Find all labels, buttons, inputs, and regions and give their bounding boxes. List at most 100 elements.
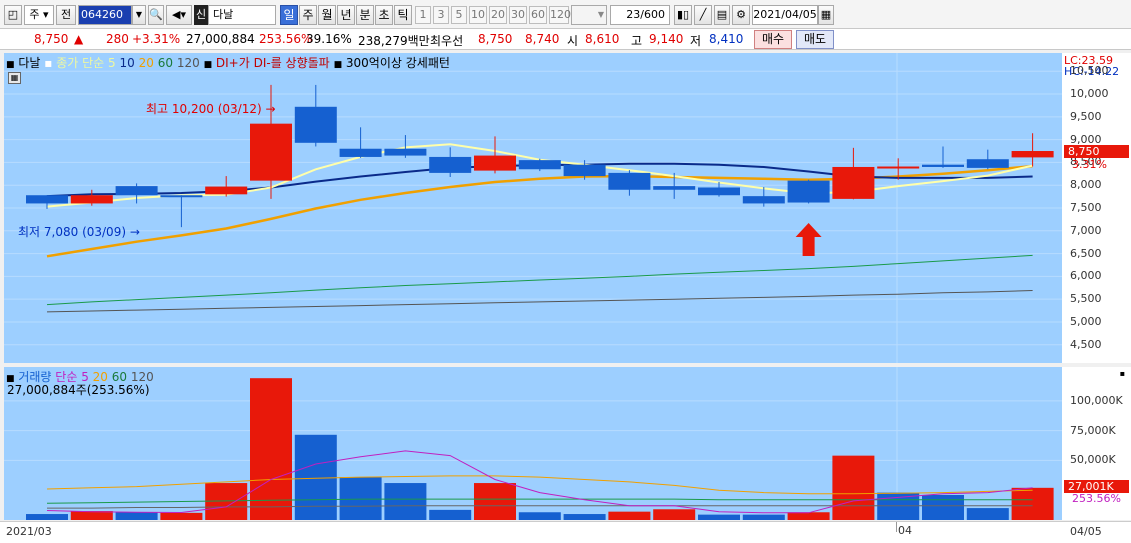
legend-marker-icon: ■ (6, 60, 15, 70)
price-tick-label: 7,000 (1070, 223, 1102, 237)
legend-marker-icon: ■ (333, 60, 343, 70)
bid-price: 8,740 (525, 32, 560, 46)
volume-bar (429, 509, 472, 520)
candle-body (250, 123, 292, 181)
period-week-tab[interactable]: 주 (299, 5, 317, 25)
price-chart[interactable]: ■ 다날 ▪ 종가 단순 5 10 20 60 120 ■ DI+가 DI-를 … (4, 53, 1131, 363)
volume-bar (563, 514, 606, 520)
candle-body (922, 164, 964, 167)
legend-ma60: 60 (157, 56, 173, 70)
candle-body (115, 186, 158, 196)
maximize-icon[interactable]: ▪ (1118, 369, 1127, 378)
candle-body (698, 187, 740, 196)
candle-body (608, 172, 651, 190)
price-tick-label: 10,000 (1070, 87, 1109, 101)
volume-value: 27,000,884 (186, 32, 255, 46)
volume-ratio: 253.56% (259, 32, 313, 46)
volume-bar (294, 434, 337, 520)
price-tick-label: 10,500 (1070, 64, 1109, 78)
current-price: 8,750 (34, 32, 69, 46)
candle-body (205, 186, 248, 195)
volume-bar (26, 514, 68, 520)
interval-60[interactable]: 60 (529, 6, 547, 24)
interval-20[interactable]: 20 (489, 6, 507, 24)
sell-button[interactable]: 매도 (796, 30, 834, 49)
settings-gear-icon[interactable]: ⚙ (732, 5, 750, 25)
period-tick-tab[interactable]: 틱 (394, 5, 412, 25)
volume-bar (518, 512, 561, 520)
volume-summary: 27,000,884주(253.56%) (7, 383, 150, 397)
period-minute-tab[interactable]: 분 (356, 5, 374, 25)
legend-ma10: 10 (119, 56, 135, 70)
price-tick-label: 5,500 (1070, 292, 1102, 306)
volume-bar (698, 514, 740, 520)
open-price: 8,610 (585, 32, 620, 46)
legend-pattern: 300억이상 강세패턴 (345, 56, 450, 70)
period-year-tab[interactable]: 년 (337, 5, 355, 25)
x-tick (896, 522, 897, 532)
volume-chart[interactable]: ■ 거래량 단순 5 20 60 120 27,000,884주(253.56%… (4, 367, 1131, 520)
search-icon[interactable]: 🔍 (148, 5, 164, 25)
candle-body (474, 155, 516, 171)
legend-stock-name: 다날 (18, 56, 41, 70)
interval-30[interactable]: 30 (509, 6, 527, 24)
calendar-icon[interactable]: ▦ (818, 5, 834, 25)
low-label: 저 (690, 34, 702, 48)
max-price-text: 최고 10,200 (03/12) (146, 102, 262, 116)
price-legend: ■ 다날 ▪ 종가 단순 5 10 20 60 120 ■ DI+가 DI-를 … (6, 54, 450, 71)
interval-3[interactable]: 3 (433, 6, 449, 24)
prev-button[interactable]: 전 (56, 5, 76, 25)
ma60-line (46, 254, 1033, 306)
interval-1[interactable]: 1 (415, 6, 431, 24)
toolbar: ◰ 주 ▾ 전 064260 ▼ 🔍 ◀▾ 신 다날 일 주 월 년 분 초 틱… (0, 0, 1131, 29)
price-tick-label: 6,500 (1070, 246, 1102, 260)
period-month-tab[interactable]: 월 (318, 5, 336, 25)
current-price-tag: 8,750 (1064, 145, 1129, 158)
interval-120[interactable]: 120 (549, 6, 571, 24)
volume-bar (966, 508, 1009, 520)
grid-toggle-icon[interactable]: ▦ (8, 72, 21, 84)
right-arrow-icon: → (265, 102, 276, 116)
price-tick-label: 4,500 (1070, 337, 1102, 351)
line-tool-icon[interactable]: ╱ (694, 5, 712, 25)
volume-bar (1011, 487, 1054, 520)
market-type-select[interactable]: 주 ▾ (24, 5, 54, 25)
stock-code-input[interactable]: 064260 (78, 5, 132, 25)
candle-body (877, 166, 920, 169)
candle-type-icon[interactable]: ▮▯ (674, 5, 692, 25)
interval-10[interactable]: 10 (469, 6, 487, 24)
price-tick-label: 9,000 (1070, 132, 1102, 146)
legend-ma5: 종가 단순 5 (56, 56, 116, 70)
legend-signal: DI+가 DI-를 상향돌파 (215, 56, 330, 70)
open-label: 시 (567, 34, 579, 48)
date-field[interactable]: 2021/04/05 (752, 5, 818, 25)
code-dropdown-icon[interactable]: ▼ (132, 5, 146, 25)
price-change: 280 (106, 32, 129, 46)
interval-custom-select[interactable]: ▼ (571, 5, 607, 25)
speaker-icon[interactable]: ◀▾ (166, 5, 192, 25)
period-day-tab[interactable]: 일 (280, 5, 298, 25)
price-change-pct: +3.31% (132, 32, 181, 46)
volume-bar (608, 511, 651, 520)
volume-tick-label: 50,000K (1070, 453, 1116, 467)
legend-ma120: 120 (176, 56, 200, 70)
volume-bar (339, 477, 382, 520)
candle-body (294, 106, 337, 143)
current-volume-pct: 253.56% (1072, 491, 1121, 505)
interval-5[interactable]: 5 (451, 6, 467, 24)
save-icon[interactable]: ▤ (714, 5, 730, 25)
candle-body (70, 195, 113, 204)
high-label: 고 (631, 34, 643, 48)
price-tick-label: 8,000 (1070, 178, 1102, 192)
candle-body (518, 160, 561, 170)
volume-bar (474, 483, 516, 520)
volume-bar (160, 512, 203, 520)
buy-button[interactable]: 매수 (754, 30, 792, 49)
candle-body (429, 156, 472, 173)
bar-count-field[interactable]: 23/600 (610, 5, 670, 25)
volume-bar (787, 512, 830, 520)
trade-amount: 238,279백만 (358, 34, 430, 48)
window-menu-icon[interactable]: ◰ (4, 5, 22, 25)
period-second-tab[interactable]: 초 (375, 5, 393, 25)
stock-name-field[interactable]: 다날 (208, 5, 276, 25)
